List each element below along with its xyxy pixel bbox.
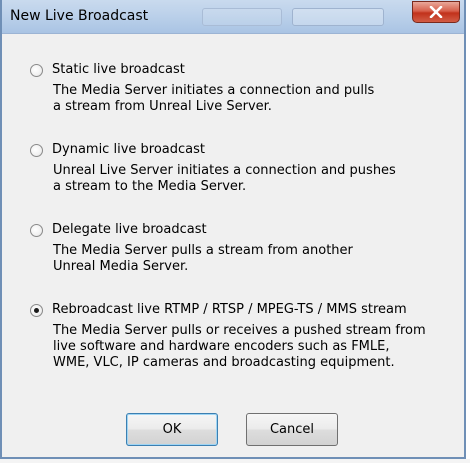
description-line: WME, VLC, IP cameras and broadcasting eq… bbox=[53, 355, 395, 370]
close-x-icon bbox=[429, 6, 443, 18]
radio-dynamic-live-broadcast[interactable] bbox=[30, 143, 43, 157]
dialog-window: New Live Broadcast Static live broadcast… bbox=[0, 0, 466, 459]
option-static-live-broadcast: Static live broadcast The Media Server i… bbox=[30, 62, 374, 115]
background-tab-ghost bbox=[202, 8, 282, 26]
option-label[interactable]: Static live broadcast bbox=[52, 62, 185, 78]
radio-rebroadcast-live-stream[interactable] bbox=[30, 303, 43, 317]
option-label[interactable]: Dynamic live broadcast bbox=[52, 142, 205, 158]
option-description: Unreal Live Server initiates a connectio… bbox=[53, 163, 396, 195]
close-button[interactable] bbox=[412, 1, 460, 23]
radio-delegate-live-broadcast[interactable] bbox=[30, 223, 43, 237]
description-line: Unreal Media Server. bbox=[53, 259, 189, 274]
background-tab-ghost bbox=[292, 8, 384, 26]
option-label[interactable]: Delegate live broadcast bbox=[52, 222, 207, 238]
description-line: The Media Server pulls a stream from ano… bbox=[53, 243, 353, 258]
option-description: The Media Server initiates a connection … bbox=[53, 83, 374, 115]
option-description: The Media Server pulls or receives a pus… bbox=[53, 323, 426, 371]
ok-button[interactable]: OK bbox=[126, 413, 218, 446]
description-line: a stream to the Media Server. bbox=[53, 179, 247, 194]
radio-selected-dot bbox=[34, 307, 39, 313]
cancel-button[interactable]: Cancel bbox=[246, 413, 338, 446]
option-label[interactable]: Rebroadcast live RTMP / RTSP / MPEG-TS /… bbox=[52, 302, 407, 318]
radio-static-live-broadcast[interactable] bbox=[30, 63, 43, 77]
option-delegate-live-broadcast: Delegate live broadcast The Media Server… bbox=[30, 222, 353, 275]
title-bar[interactable]: New Live Broadcast bbox=[2, 0, 464, 34]
description-line: Unreal Live Server initiates a connectio… bbox=[53, 163, 396, 178]
option-dynamic-live-broadcast: Dynamic live broadcast Unreal Live Serve… bbox=[30, 142, 396, 195]
description-line: The Media Server pulls or receives a pus… bbox=[53, 323, 426, 338]
description-line: The Media Server initiates a connection … bbox=[53, 83, 375, 98]
option-rebroadcast-live-stream: Rebroadcast live RTMP / RTSP / MPEG-TS /… bbox=[30, 302, 426, 371]
option-description: The Media Server pulls a stream from ano… bbox=[53, 243, 353, 275]
window-shadow bbox=[0, 459, 470, 463]
description-line: a stream from Unreal Live Server. bbox=[53, 99, 272, 114]
description-line: live software and hardware encoders such… bbox=[53, 339, 390, 354]
dialog-title: New Live Broadcast bbox=[10, 8, 149, 24]
